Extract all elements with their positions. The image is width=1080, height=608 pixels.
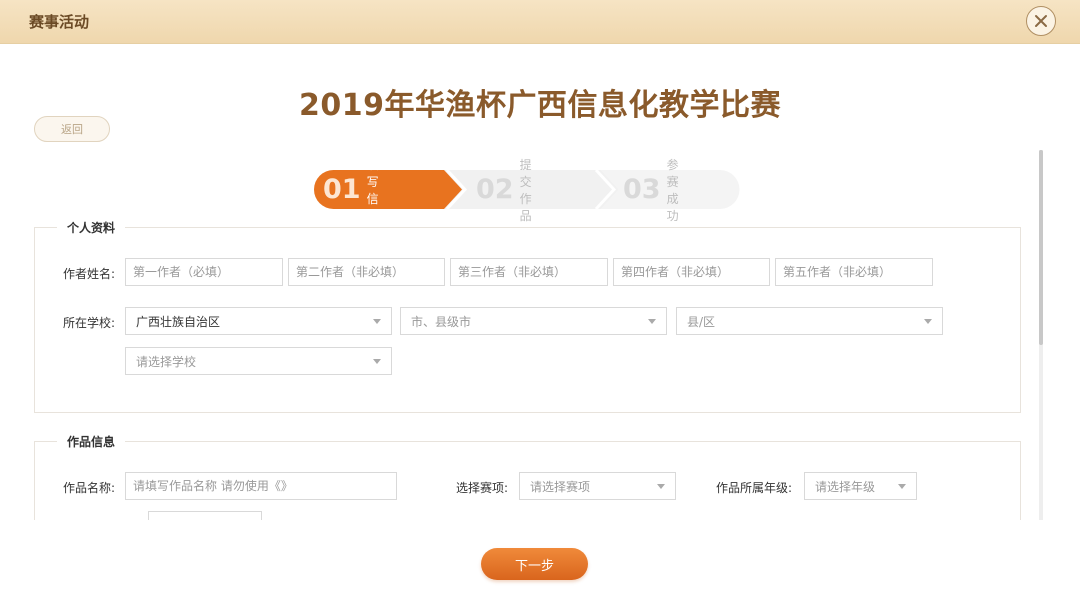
author-3-input[interactable]: [450, 258, 608, 286]
event-label: 选择赛项:: [456, 481, 509, 495]
dialog-title: 赛事活动: [29, 13, 90, 31]
close-button[interactable]: [1026, 6, 1056, 36]
personal-info-legend: 个人资料: [57, 219, 126, 236]
grade-value: 请选择年级: [815, 479, 876, 494]
grade-select[interactable]: 请选择年级: [804, 472, 917, 500]
step-3-number: 03: [623, 174, 661, 205]
work-info-legend: 作品信息: [57, 433, 126, 450]
school-label: 所在学校:: [63, 316, 116, 330]
grade-label: 作品所属年级:: [716, 481, 793, 495]
step-2: 02 提交作品: [476, 158, 532, 223]
back-button[interactable]: 返回: [34, 116, 110, 142]
scrollbar-thumb[interactable]: [1039, 150, 1043, 345]
work-name-label: 作品名称:: [63, 481, 116, 495]
author-5-input[interactable]: [775, 258, 933, 286]
step-2-number: 02: [476, 174, 514, 205]
next-step-button[interactable]: 下一步: [481, 548, 588, 580]
school-select[interactable]: 请选择学校: [125, 347, 392, 375]
chevron-down-icon: [373, 358, 381, 364]
work-name-input[interactable]: [125, 472, 397, 500]
author-1-input[interactable]: [125, 258, 283, 286]
school-value: 请选择学校: [136, 354, 197, 369]
page-title: 2019年华渔杯广西信息化教学比赛: [299, 88, 781, 123]
event-value: 请选择赛项: [530, 479, 591, 494]
county-select[interactable]: 县/区: [676, 307, 943, 335]
dialog-header: 赛事活动: [0, 0, 1080, 44]
event-select[interactable]: 请选择赛项: [519, 472, 676, 500]
step-1: 01 填写信息: [323, 158, 379, 223]
chevron-down-icon: [648, 318, 656, 324]
step-1-number: 01: [323, 174, 361, 205]
step-3-label: 参赛成功: [666, 157, 679, 223]
author-2-input[interactable]: [288, 258, 445, 286]
step-2-label: 提交作品: [519, 157, 532, 223]
close-icon: [1035, 15, 1047, 27]
city-value: 市、县级市: [411, 314, 472, 329]
author-4-input[interactable]: [613, 258, 770, 286]
author-name-label: 作者姓名:: [63, 267, 116, 281]
province-value: 广西壮族自治区: [136, 314, 221, 329]
chevron-down-icon: [898, 483, 906, 489]
chevron-down-icon: [657, 483, 665, 489]
step-1-label: 填写信息: [366, 157, 379, 223]
chevron-down-icon: [373, 318, 381, 324]
city-select[interactable]: 市、县级市: [400, 307, 667, 335]
scrollbar[interactable]: [1039, 150, 1043, 520]
step-3: 03 参赛成功: [623, 158, 679, 223]
province-select[interactable]: 广西壮族自治区: [125, 307, 392, 335]
chevron-down-icon: [924, 318, 932, 324]
county-value: 县/区: [687, 314, 716, 329]
